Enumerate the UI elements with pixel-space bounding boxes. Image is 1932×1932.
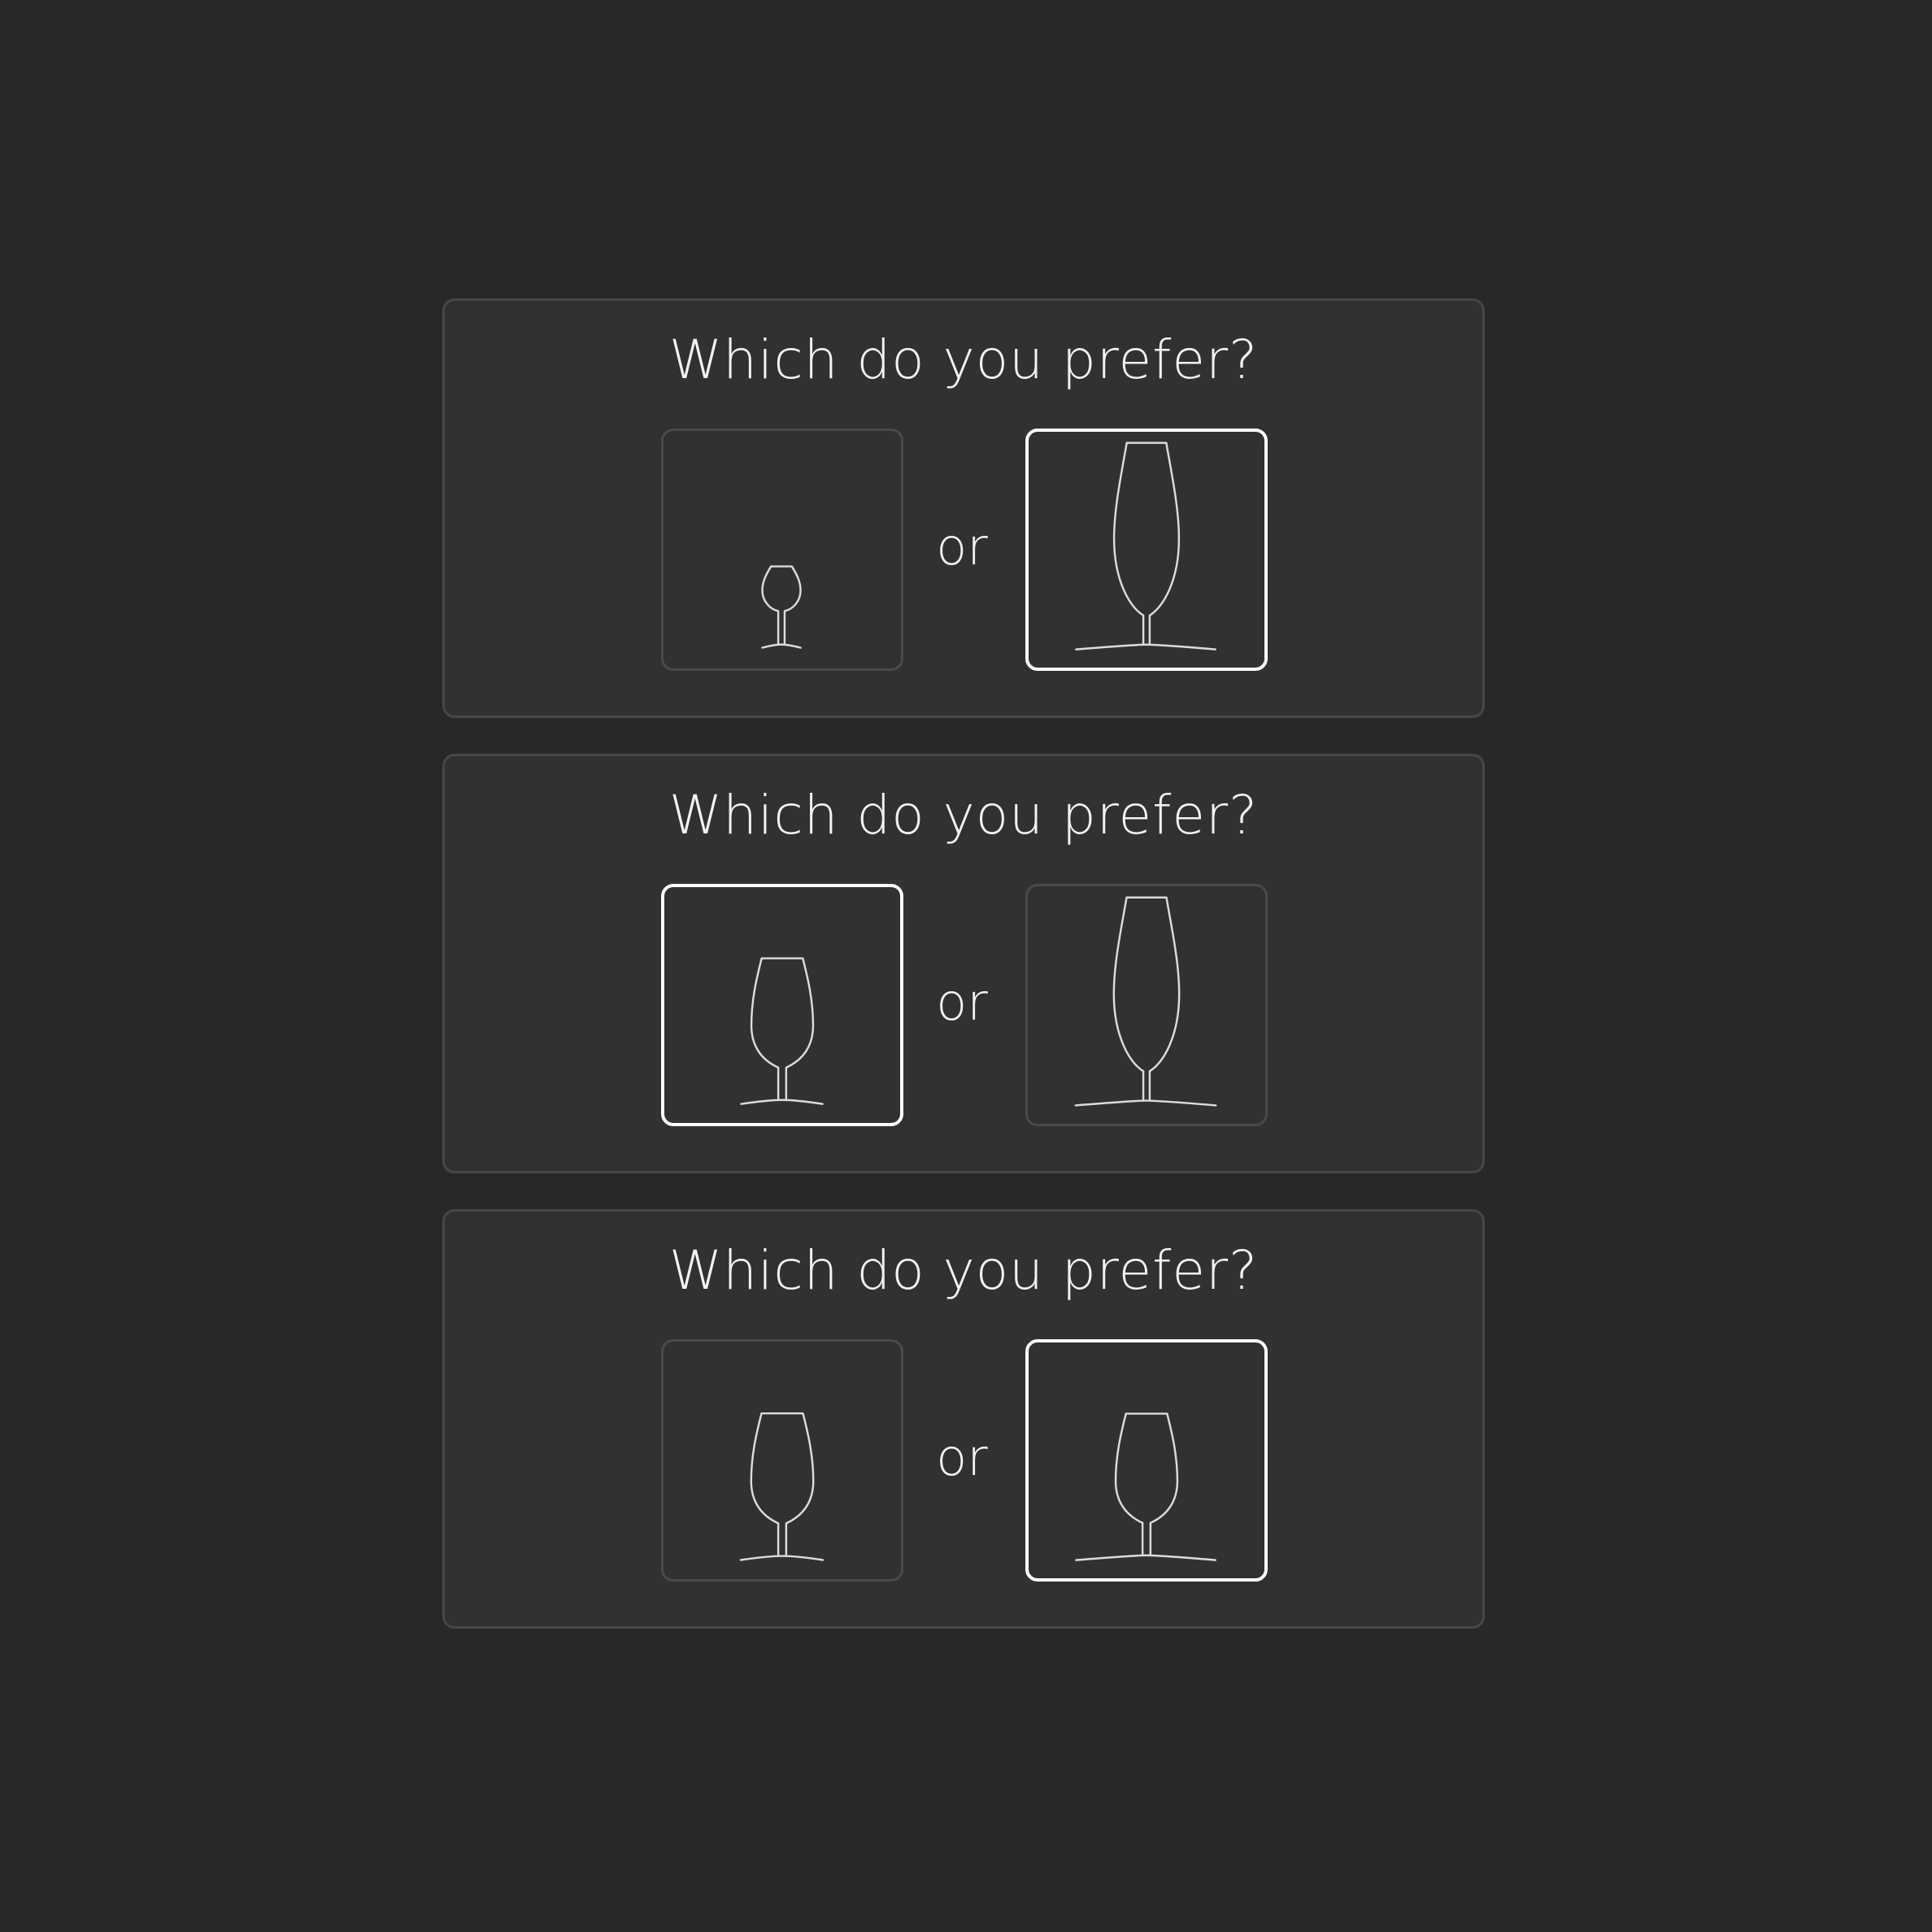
option-tulip-glass[interactable]: [1025, 1339, 1268, 1582]
flute-glass-icon: [1075, 442, 1216, 651]
tulip-glass-icon: [1075, 1412, 1216, 1561]
option-flute-glass[interactable]: [1025, 429, 1268, 671]
or-separator: or: [936, 1428, 988, 1487]
or-separator: or: [936, 973, 988, 1032]
option-tulip-glass[interactable]: [661, 884, 903, 1126]
tulip-glass-icon: [740, 957, 824, 1105]
option-tulip-glass[interactable]: [661, 1339, 903, 1582]
option-flute-glass[interactable]: [1025, 884, 1268, 1126]
question-title: Which do you prefer?: [668, 329, 1259, 391]
flute-glass-icon: [1074, 896, 1217, 1107]
question-title: Which do you prefer?: [668, 1239, 1259, 1302]
question-card-1: Which do you prefer? or: [442, 298, 1485, 718]
question-card-2: Which do you prefer? or: [442, 754, 1485, 1173]
option-snifter-glass[interactable]: [661, 429, 903, 671]
or-separator: or: [936, 517, 988, 577]
snifter-glass-icon: [761, 565, 802, 649]
question-title: Which do you prefer?: [668, 784, 1259, 846]
question-card-3: Which do you prefer? or: [442, 1209, 1485, 1629]
tulip-glass-icon: [739, 1412, 825, 1561]
